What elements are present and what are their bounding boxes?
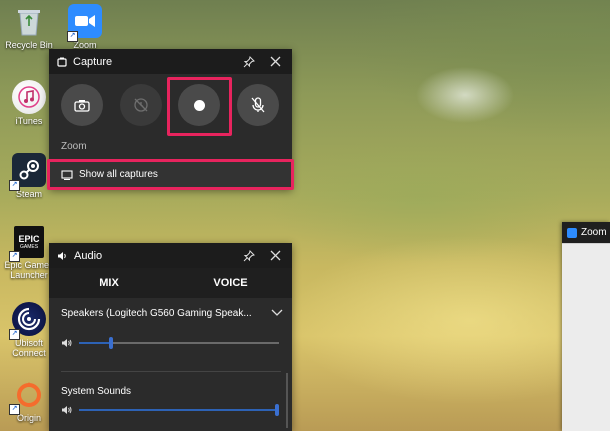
speaker-icon: [57, 251, 68, 261]
shortcut-arrow-icon: ↗: [9, 329, 20, 340]
zoom-app-icon: [567, 227, 577, 238]
system-volume-icon: [61, 405, 73, 415]
zoom-window-title: Zoom: [581, 227, 607, 238]
shortcut-arrow-icon: ↗: [67, 31, 78, 42]
device-name: Speakers (Logitech G560 Gaming Speak...: [61, 307, 252, 319]
shortcut-arrow-icon: ↗: [9, 180, 20, 191]
chevron-down-icon: [271, 309, 283, 317]
record-button-highlight: [167, 77, 232, 136]
device-select[interactable]: Speakers (Logitech G560 Gaming Speak...: [61, 305, 283, 321]
tab-mix[interactable]: MIX: [49, 268, 169, 298]
tab-voice[interactable]: VOICE: [169, 268, 292, 298]
audio-panel-header[interactable]: Audio: [49, 243, 292, 268]
recycle-bin-icon: [12, 4, 46, 38]
capture-source-label: Zoom: [61, 141, 87, 152]
close-icon[interactable]: [266, 53, 284, 71]
pin-icon[interactable]: [240, 247, 258, 265]
capture-panel-header[interactable]: Capture: [49, 49, 292, 74]
shortcut-arrow-icon: ↗: [9, 404, 20, 415]
system-volume-thumb[interactable]: [275, 404, 279, 416]
zoom-window-divider: [562, 243, 610, 244]
record-last-icon: [133, 97, 149, 113]
mic-off-icon: [251, 97, 265, 113]
system-volume-slider[interactable]: [79, 404, 279, 416]
screenshot-button[interactable]: [61, 84, 103, 126]
audio-panel: Audio MIX VOICE Speakers (Logitech G560 …: [49, 243, 292, 431]
zoom-window-titlebar[interactable]: Zoom: [562, 222, 610, 243]
system-sounds-label: System Sounds: [61, 386, 132, 397]
device-volume-icon: [61, 338, 73, 348]
itunes-icon: [12, 80, 46, 114]
epic-logo-text: EPIC: [18, 233, 40, 244]
device-volume-fill: [79, 342, 109, 344]
microphone-button[interactable]: [237, 84, 279, 126]
audio-panel-title: Audio: [74, 249, 103, 262]
record-last-button[interactable]: [120, 84, 162, 126]
capture-widget-icon: [57, 57, 67, 67]
device-volume-slider[interactable]: [79, 337, 279, 349]
close-icon[interactable]: [266, 247, 284, 265]
zoom-window[interactable]: Zoom: [562, 222, 610, 431]
system-volume-fill: [79, 409, 277, 411]
panel-scrollbar[interactable]: [286, 373, 288, 428]
section-divider: [61, 371, 281, 372]
shortcut-arrow-icon: ↗: [9, 251, 20, 262]
device-volume-thumb[interactable]: [109, 337, 113, 349]
epic-logo-subtext: GAMES: [19, 243, 39, 250]
show-all-highlight: [47, 159, 294, 190]
camera-icon: [74, 99, 90, 112]
desktop-icon-recycle-bin[interactable]: Recycle Bin: [1, 4, 57, 50]
capture-panel-title: Capture: [73, 55, 113, 68]
pin-icon[interactable]: [240, 53, 258, 71]
desktop-icon-zoom[interactable]: ↗ Zoom: [57, 4, 113, 50]
